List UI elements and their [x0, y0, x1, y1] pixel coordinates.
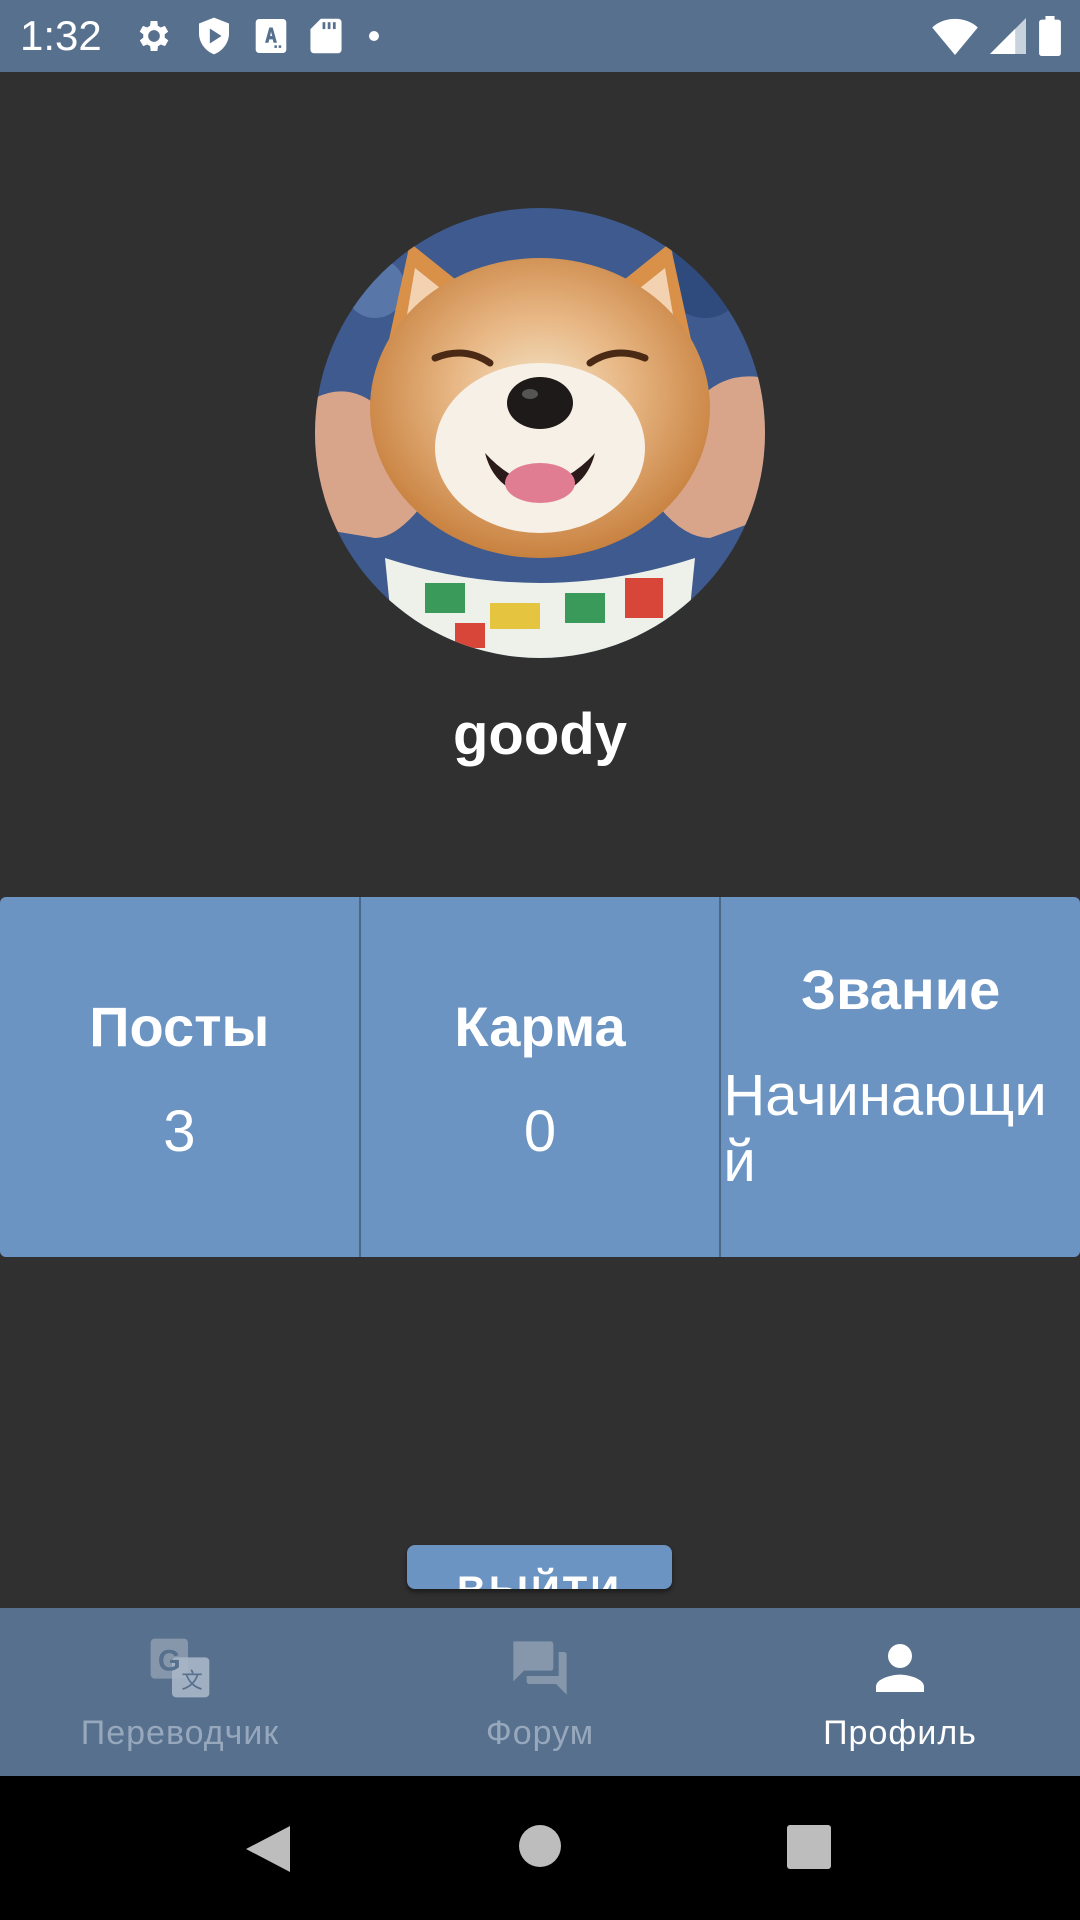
system-nav-bar	[0, 1776, 1080, 1920]
forum-icon	[513, 1641, 567, 1695]
logout-button[interactable]: ВЫЙТИ	[407, 1545, 672, 1589]
settings-icon	[139, 21, 169, 51]
nav-profile[interactable]: Профиль	[720, 1608, 1080, 1776]
cell-signal-icon	[990, 18, 1026, 54]
stat-posts-value: 3	[163, 1099, 196, 1164]
stat-rank-title: Звание	[801, 958, 1001, 1021]
sd-card-icon	[310, 18, 342, 54]
stats-panel: Посты 3 Карма 0 Звание Начинающий	[0, 897, 1080, 1257]
text-format-icon	[255, 19, 287, 53]
stat-rank: Звание Начинающий	[721, 897, 1080, 1257]
avatar-dog-photo	[315, 208, 765, 658]
stat-karma: Карма 0	[360, 897, 722, 1257]
logout-label: ВЫЙТИ	[407, 1567, 672, 1589]
shield-play-icon	[199, 17, 229, 55]
username: goody	[453, 702, 627, 767]
back-icon[interactable]	[244, 1824, 292, 1874]
dot-icon	[369, 31, 379, 41]
stat-karma-title: Карма	[454, 995, 626, 1058]
stat-rank-value: Начинающий	[723, 1063, 1047, 1194]
stat-karma-value: 0	[523, 1099, 557, 1164]
translate-icon: G 文	[150, 1638, 210, 1698]
wifi-icon	[932, 18, 978, 55]
recents-icon[interactable]	[786, 1824, 832, 1870]
svg-text:文: 文	[181, 1669, 202, 1694]
nav-forum[interactable]: Форум	[360, 1608, 720, 1776]
nav-translator-label: Переводчик	[80, 1714, 280, 1752]
status-time: 1:32	[20, 12, 102, 59]
nav-translator[interactable]: G 文 Переводчик	[0, 1608, 360, 1776]
nav-forum-label: Форум	[485, 1714, 595, 1752]
bottom-nav: G 文 Переводчик Форум Профиль	[0, 1608, 1080, 1776]
status-icons-right	[932, 14, 1062, 58]
status-icons-left	[134, 14, 384, 58]
home-icon[interactable]	[518, 1824, 562, 1868]
status-bar: 1:32	[0, 0, 1080, 72]
nav-profile-label: Профиль	[823, 1714, 977, 1752]
stat-posts-title: Посты	[89, 995, 270, 1058]
battery-icon	[1039, 16, 1061, 56]
avatar[interactable]	[315, 208, 765, 658]
stat-posts: Посты 3	[0, 897, 361, 1257]
svg-text:G: G	[158, 1645, 181, 1678]
person-icon	[876, 1644, 924, 1692]
